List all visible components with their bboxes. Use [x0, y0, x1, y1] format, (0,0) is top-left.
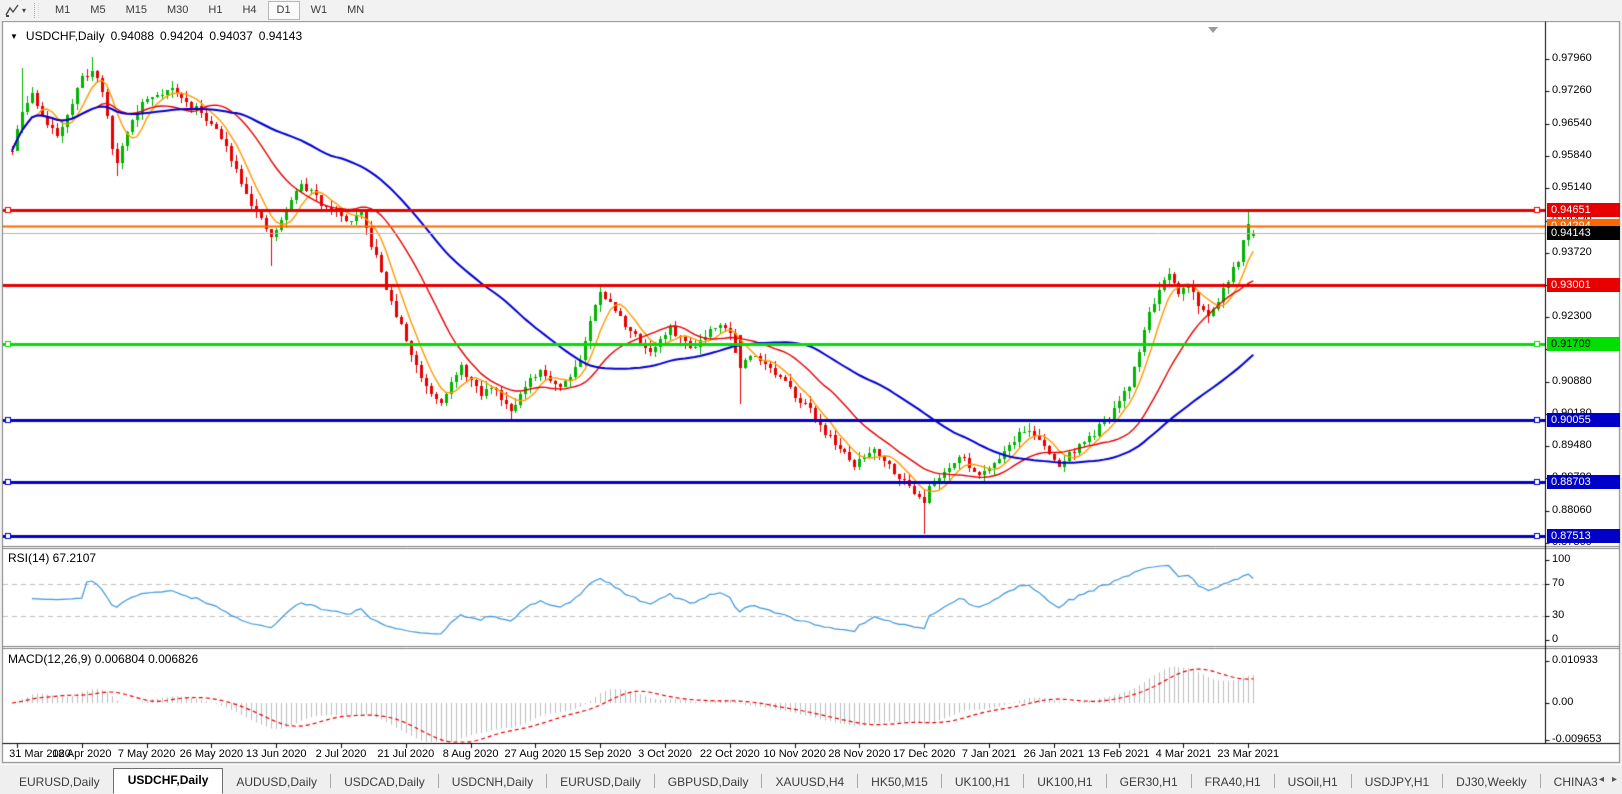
- timeframe-buttons: M1M5M15M30H1H4D1W1MN: [45, 0, 374, 21]
- chart-title: ▼ USDCHF,Daily 0.94088 0.94204 0.94037 0.9414…: [10, 29, 302, 43]
- timeframe-button-d1[interactable]: D1: [268, 1, 300, 20]
- price-tick-label: 0.89480: [1552, 439, 1620, 451]
- timeframe-toolbar: ▾ M1M5M15M30H1H4D1W1MN: [0, 0, 1622, 21]
- rsi-tick-label: 30: [1552, 609, 1620, 621]
- tab-scroll-left-icon[interactable]: ◂: [1599, 775, 1604, 785]
- timeframe-button-m30[interactable]: M30: [158, 1, 197, 20]
- timeframe-button-mn[interactable]: MN: [338, 1, 373, 20]
- toolbar-drag-handle[interactable]: [34, 3, 39, 18]
- price-tick-label: 0.97260: [1552, 84, 1620, 96]
- rsi-tick-label: 70: [1552, 577, 1620, 589]
- timeframe-button-m15[interactable]: M15: [117, 1, 156, 20]
- ohlc-high: 0.94204: [160, 29, 203, 43]
- ohlc-open: 0.94088: [111, 29, 154, 43]
- chart-canvas[interactable]: [0, 0, 1622, 794]
- chevron-down-icon: ▾: [22, 6, 26, 15]
- tab-eurusd-daily[interactable]: EURUSD,Daily: [6, 771, 113, 794]
- macd-tick-label: 0.00: [1552, 696, 1620, 708]
- ohlc-close: 0.94143: [259, 29, 302, 43]
- tab-usdcad-daily[interactable]: USDCAD,Daily: [331, 771, 438, 794]
- price-tick-label: 0.90880: [1552, 375, 1620, 387]
- rsi-indicator-label: RSI(14) 67.2107: [8, 551, 96, 565]
- price-tick-label: 0.96540: [1552, 117, 1620, 129]
- price-tick-label: 0.88060: [1552, 504, 1620, 516]
- timeframe-button-m5[interactable]: M5: [81, 1, 114, 20]
- timeframe-button-h4[interactable]: H4: [233, 1, 265, 20]
- zigzag-line-icon: [5, 4, 19, 17]
- timeframe-button-m1[interactable]: M1: [46, 1, 79, 20]
- chart-symbol-label: USDCHF,Daily: [26, 29, 105, 43]
- tab-scroll-right-icon[interactable]: ▸: [1612, 775, 1617, 785]
- hline-price-badge: 0.93001: [1547, 278, 1620, 292]
- hline-price-badge: 0.91709: [1547, 337, 1620, 351]
- rsi-tick-label: 0: [1552, 633, 1620, 645]
- tab-xauusd-h4[interactable]: XAUUSD,H4: [762, 771, 857, 794]
- ohlc-low: 0.94037: [209, 29, 252, 43]
- timeframe-button-h1[interactable]: H1: [199, 1, 231, 20]
- tab-dj30-weekly[interactable]: DJ30,Weekly: [1443, 771, 1539, 794]
- price-tick-label: 0.93720: [1552, 246, 1620, 258]
- macd-tick-label: 0.010933: [1552, 654, 1620, 666]
- tab-uk100-h1[interactable]: UK100,H1: [1024, 771, 1105, 794]
- tab-hk50-m15[interactable]: HK50,M15: [858, 771, 941, 794]
- macd-tick-label: -0.009653: [1552, 733, 1620, 745]
- tab-usdchf-daily[interactable]: USDCHF,Daily: [113, 768, 224, 794]
- tab-china300-h1[interactable]: CHINA300,H1: [1541, 771, 1598, 794]
- hline-price-badge: 0.94651: [1547, 203, 1620, 217]
- macd-indicator-label: MACD(12,26,9) 0.006804 0.006826: [8, 652, 198, 666]
- tab-fra40-h1[interactable]: FRA40,H1: [1192, 771, 1274, 794]
- chart-tab-bar: EURUSD,DailyUSDCHF,DailyAUDUSD,DailyUSDC…: [0, 764, 1622, 794]
- timeframe-button-w1[interactable]: W1: [302, 1, 337, 20]
- hline-price-badge: 0.90055: [1547, 413, 1620, 427]
- price-tick-label: 0.95140: [1552, 181, 1620, 193]
- hline-price-badge: 0.87513: [1547, 529, 1620, 543]
- tab-ger30-h1[interactable]: GER30,H1: [1107, 771, 1191, 794]
- date-label: 23 Mar 2021: [1210, 748, 1286, 760]
- tab-usdjpy-h1[interactable]: USDJPY,H1: [1352, 771, 1442, 794]
- price-tick-label: 0.92300: [1552, 310, 1620, 322]
- rsi-tick-label: 100: [1552, 553, 1620, 565]
- price-tick-label: 0.97960: [1552, 52, 1620, 64]
- tab-usdcnh-daily[interactable]: USDCNH,Daily: [439, 771, 546, 794]
- mt4-trading-app: ▾ M1M5M15M30H1H4D1W1MN ▼ USDCHF,Daily 0.94…: [0, 0, 1622, 794]
- current-price-badge: 0.94143: [1547, 226, 1620, 240]
- chart-tabs: EURUSD,DailyUSDCHF,DailyAUDUSD,DailyUSDC…: [6, 768, 1598, 794]
- chart-shift-marker[interactable]: [1208, 27, 1218, 33]
- hline-price-badge: 0.88703: [1547, 475, 1620, 489]
- tab-usoil-h1[interactable]: USOil,H1: [1275, 771, 1351, 794]
- tab-gbpusd-daily[interactable]: GBPUSD,Daily: [655, 771, 762, 794]
- indicator-tool-button[interactable]: ▾: [0, 1, 30, 20]
- tab-audusd-daily[interactable]: AUDUSD,Daily: [223, 771, 330, 794]
- price-tick-label: 0.95840: [1552, 149, 1620, 161]
- collapse-ohlc-icon[interactable]: ▼: [10, 32, 18, 41]
- tab-eurusd-daily[interactable]: EURUSD,Daily: [547, 771, 654, 794]
- tab-uk100-h1[interactable]: UK100,H1: [942, 771, 1023, 794]
